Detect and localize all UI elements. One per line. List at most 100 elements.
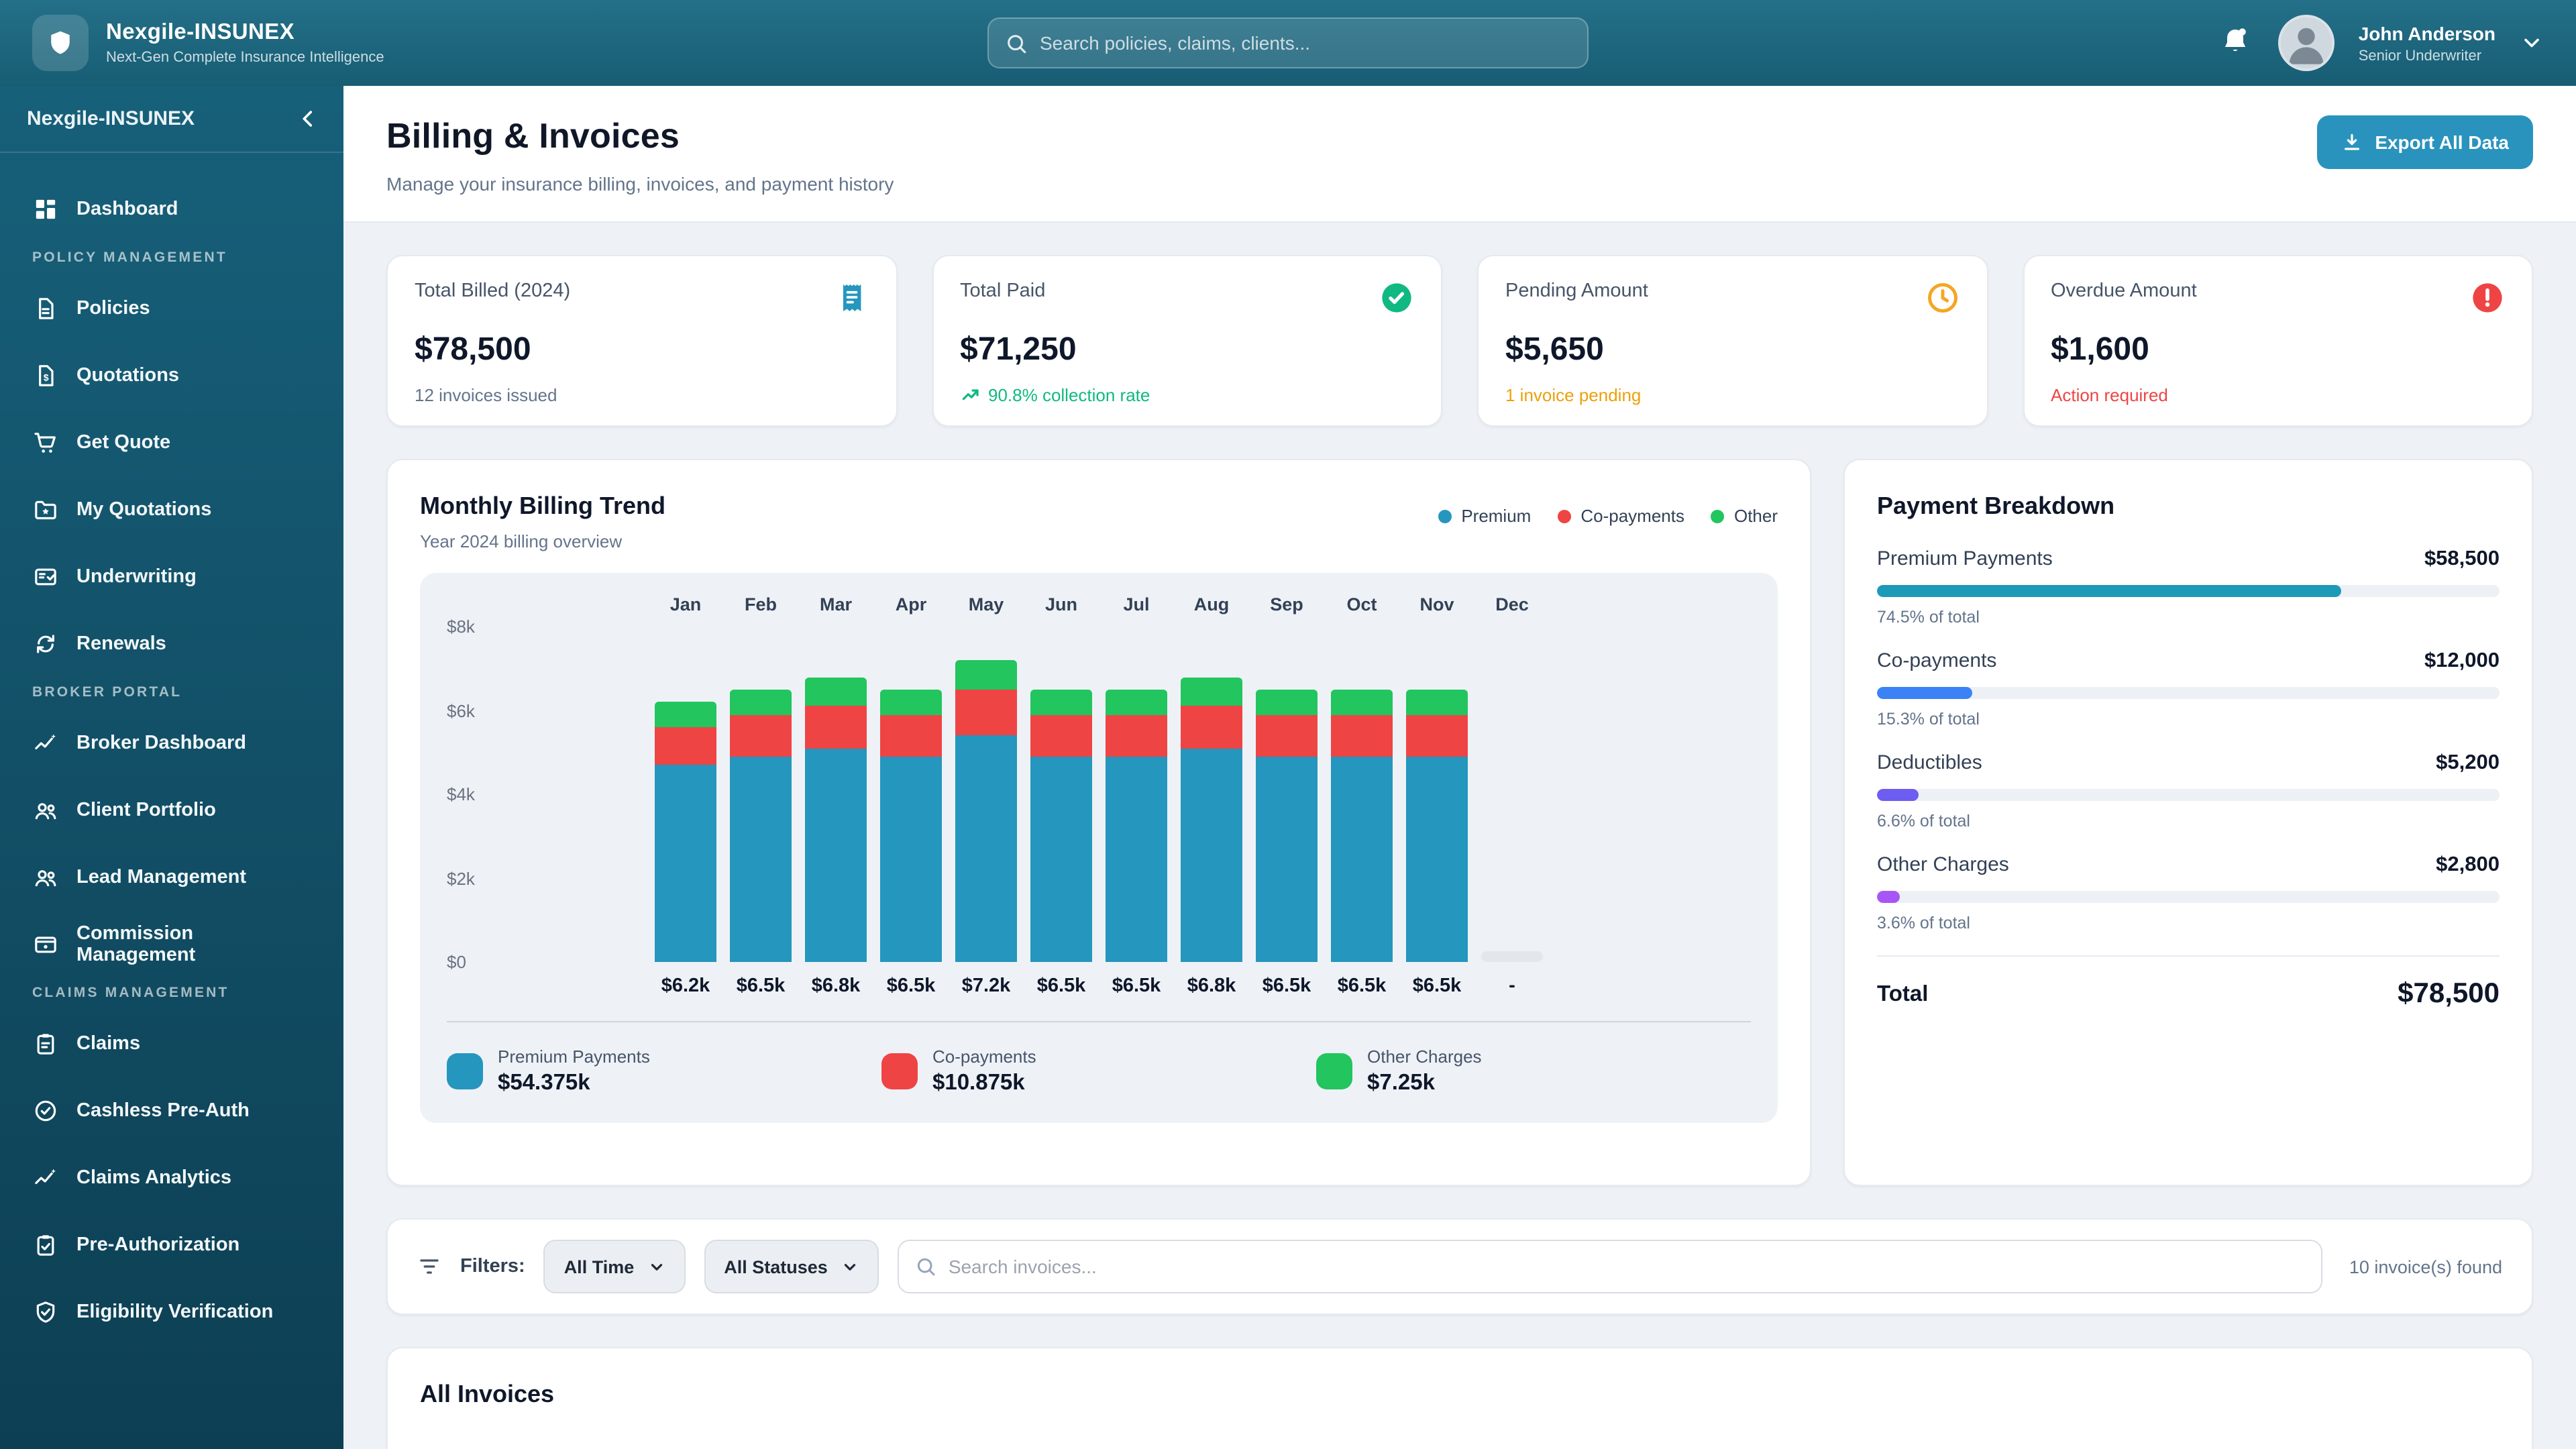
bar-total-label: $6.5k xyxy=(1099,975,1174,997)
sidebar-item-cashless-pre-auth[interactable]: Cashless Pre-Auth xyxy=(19,1084,325,1138)
x-tick-label: May xyxy=(949,594,1024,627)
sidebar-item-claims-analytics[interactable]: Claims Analytics xyxy=(19,1151,325,1205)
y-tick-label: $2k xyxy=(447,868,475,888)
sidebar-item-get-quote[interactable]: Get Quote xyxy=(19,416,325,470)
invoice-search[interactable] xyxy=(898,1240,2322,1293)
chart-bar-column-mar xyxy=(798,627,873,962)
stacked-bar xyxy=(1181,677,1242,962)
stat-cards-row: Total Billed (2024)$78,50012 invoices is… xyxy=(386,255,2533,427)
chart-bar-column-nov xyxy=(1399,627,1474,962)
chevron-down-icon xyxy=(647,1258,665,1275)
sidebar-item-dashboard[interactable]: Dashboard xyxy=(19,182,325,236)
x-tick-label: Aug xyxy=(1174,594,1249,627)
sidebar-item-eligibility-verification[interactable]: Eligibility Verification xyxy=(19,1285,325,1339)
bar-segment-premium xyxy=(655,765,716,962)
bar-segment-other xyxy=(1406,690,1468,715)
breakdown-label: Other Charges xyxy=(1877,853,2009,876)
search-icon xyxy=(915,1256,936,1277)
sidebar-item-pre-authorization[interactable]: Pre-Authorization xyxy=(19,1218,325,1272)
x-tick-label: Dec xyxy=(1474,594,1550,627)
sidebar-item-quotations[interactable]: $Quotations xyxy=(19,349,325,402)
shield-check-icon xyxy=(32,1299,59,1326)
summary-label: Premium Payments xyxy=(498,1046,650,1067)
sidebar-item-broker-dashboard[interactable]: Broker Dashboard xyxy=(19,716,325,770)
bar-total-label: $6.5k xyxy=(1249,975,1324,997)
breakdown-percent-label: 74.5% of total xyxy=(1877,608,2500,627)
filters-bar: Filters: All Time All Statuses xyxy=(386,1218,2533,1315)
chart-bars xyxy=(648,627,1555,962)
global-search-input[interactable] xyxy=(1040,32,1571,54)
monthly-billing-trend-card: Monthly Billing Trend Year 2024 billing … xyxy=(386,459,1811,1186)
sidebar-item-lead-management[interactable]: Lead Management xyxy=(19,851,325,904)
bar-segment-premium xyxy=(1331,757,1393,962)
chart-summary-legend: Premium Payments$54.375kCo-payments$10.8… xyxy=(447,1021,1751,1096)
time-filter-select[interactable]: All Time xyxy=(544,1240,686,1293)
download-icon xyxy=(2341,131,2363,153)
bell-icon xyxy=(2219,25,2251,58)
sidebar-item-underwriting[interactable]: Underwriting xyxy=(19,550,325,604)
bar-segment-other xyxy=(1030,690,1092,715)
sidebar-item-label: Eligibility Verification xyxy=(76,1301,273,1323)
bar-total-label: $6.2k xyxy=(648,975,723,997)
x-tick-label: Jan xyxy=(648,594,723,627)
sidebar-item-claims[interactable]: Claims xyxy=(19,1017,325,1071)
bar-total-label: $6.5k xyxy=(723,975,798,997)
legend-item-premium: Premium xyxy=(1438,506,1531,526)
sidebar-item-my-quotations[interactable]: My Quotations xyxy=(19,483,325,537)
sidebar-item-label: Policies xyxy=(76,298,150,319)
chart-bar-column-sep xyxy=(1249,627,1324,962)
bar-segment-other xyxy=(1256,690,1318,715)
user-name: John Anderson xyxy=(2359,22,2496,44)
wallet-icon xyxy=(32,931,59,958)
status-filter-select[interactable]: All Statuses xyxy=(704,1240,879,1293)
sidebar-item-renewals[interactable]: Renewals xyxy=(19,617,325,671)
legend-item-co-payments: Co-payments xyxy=(1558,506,1684,526)
sidebar-item-label: Commission Management xyxy=(76,923,311,966)
time-filter-value: All Time xyxy=(564,1256,635,1277)
chart-bar-column-feb xyxy=(723,627,798,962)
shield-icon xyxy=(46,28,75,58)
invoice-search-input[interactable] xyxy=(949,1256,2305,1277)
trend-icon xyxy=(32,1165,59,1191)
chevron-down-icon[interactable] xyxy=(2520,31,2544,55)
breakdown-progress-fill xyxy=(1877,891,1899,903)
y-tick-label: $0 xyxy=(447,952,466,972)
x-tick-label: Jun xyxy=(1024,594,1099,627)
summary-value: $54.375k xyxy=(498,1071,650,1096)
chart-legend: Premium Co-payments Other xyxy=(1438,506,1778,526)
global-search[interactable] xyxy=(987,17,1589,68)
x-tick-label: Nov xyxy=(1399,594,1474,627)
stat-label: Total Billed (2024) xyxy=(415,280,570,302)
bar-segment-co-payments xyxy=(730,714,792,757)
legend-dot xyxy=(1711,509,1725,523)
user-menu[interactable]: John Anderson Senior Underwriter xyxy=(2359,22,2496,64)
sidebar-item-label: My Quotations xyxy=(76,499,211,521)
breakdown-label: Deductibles xyxy=(1877,751,1982,774)
sidebar-item-commission-management[interactable]: Commission Management xyxy=(19,918,325,971)
sidebar-collapse-button[interactable] xyxy=(297,107,319,130)
breakdown-percent-label: 6.6% of total xyxy=(1877,812,2500,830)
sidebar-item-client-portfolio[interactable]: Client Portfolio xyxy=(19,784,325,837)
sidebar-item-policies[interactable]: Policies xyxy=(19,282,325,335)
bar-segment-premium xyxy=(1106,757,1167,962)
main-content: Billing & Invoices Manage your insurance… xyxy=(343,86,2576,1449)
breakdown-row-co-payments: Co-payments$12,00015.3% of total xyxy=(1877,649,2500,729)
breakdown-row-premium-payments: Premium Payments$58,50074.5% of total xyxy=(1877,547,2500,627)
y-tick-label: $6k xyxy=(447,700,475,720)
chart-title: Monthly Billing Trend xyxy=(420,492,665,521)
bar-segment-co-payments xyxy=(655,727,716,765)
bar-segment-other xyxy=(1106,690,1167,715)
avatar[interactable] xyxy=(2278,15,2334,71)
stat-value: $5,650 xyxy=(1505,331,1960,369)
sidebar-item-label: Cashless Pre-Auth xyxy=(76,1100,250,1122)
export-all-data-button[interactable]: Export All Data xyxy=(2317,115,2533,169)
legend-item-other: Other xyxy=(1711,506,1778,526)
breakdown-progress-track xyxy=(1877,789,2500,801)
x-tick-label: Mar xyxy=(798,594,873,627)
y-tick-label: $8k xyxy=(447,616,475,637)
legend-dot xyxy=(1438,509,1452,523)
sidebar-item-label: Underwriting xyxy=(76,566,197,588)
notifications-button[interactable] xyxy=(2219,25,2254,60)
breakdown-total-label: Total xyxy=(1877,981,1928,1007)
svg-text:$: $ xyxy=(44,373,49,384)
